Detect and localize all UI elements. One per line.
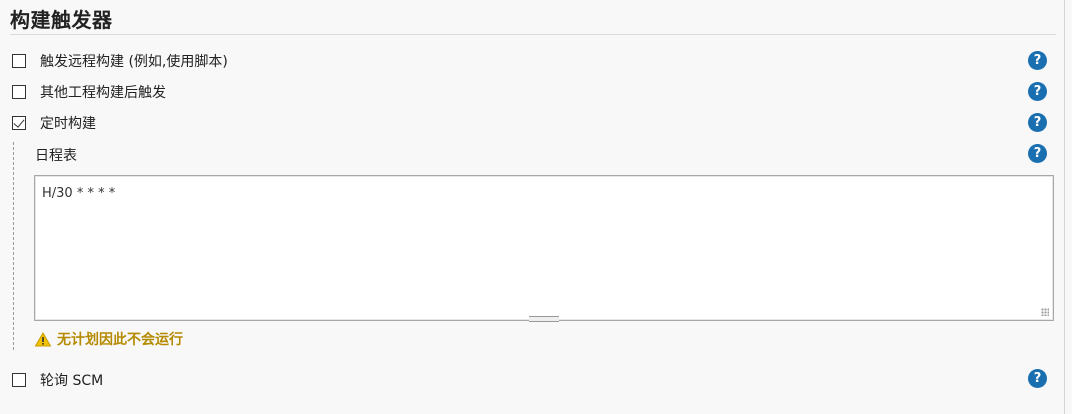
nested-section-indicator [13,142,14,350]
trigger-remote-build-checkbox[interactable] [12,54,26,68]
build-periodically-option[interactable]: 定时构建 [12,113,96,133]
help-icon[interactable]: ? [1028,144,1047,163]
build-after-other-projects-label: 其他工程构建后触发 [40,85,166,101]
build-after-other-projects-option[interactable]: 其他工程构建后触发 [12,82,166,102]
panel-edge [1064,0,1065,414]
schedule-warning: 无计划因此不会运行 [35,329,183,349]
warning-icon [35,331,51,346]
trigger-remote-build-label: 触发远程构建 (例如,使用脚本) [40,54,228,70]
help-icon[interactable]: ? [1028,82,1047,101]
schedule-textarea[interactable]: H/30 * * * * [34,175,1054,322]
build-periodically-checkbox[interactable] [12,116,26,130]
help-icon[interactable]: ? [1028,369,1047,388]
schedule-value: H/30 * * * * [42,186,116,201]
help-icon[interactable]: ? [1028,51,1047,70]
help-icon[interactable]: ? [1028,113,1047,132]
resize-grip-icon[interactable] [1041,308,1049,316]
textarea-drag-handle[interactable] [529,316,559,322]
build-triggers-panel: 构建触发器 触发远程构建 (例如,使用脚本) ? 其他工程构建后触发 ? 定时构… [0,0,1072,414]
title-divider [10,34,1056,35]
poll-scm-option[interactable]: 轮询 SCM [12,370,103,390]
poll-scm-checkbox[interactable] [12,373,26,387]
poll-scm-label: 轮询 SCM [40,373,104,389]
build-periodically-label: 定时构建 [40,116,96,132]
schedule-label: 日程表 [35,148,77,164]
trigger-remote-build-option[interactable]: 触发远程构建 (例如,使用脚本) [12,51,228,71]
warning-text: 无计划因此不会运行 [57,332,183,348]
section-title: 构建触发器 [10,8,113,32]
build-after-other-projects-checkbox[interactable] [12,85,26,99]
